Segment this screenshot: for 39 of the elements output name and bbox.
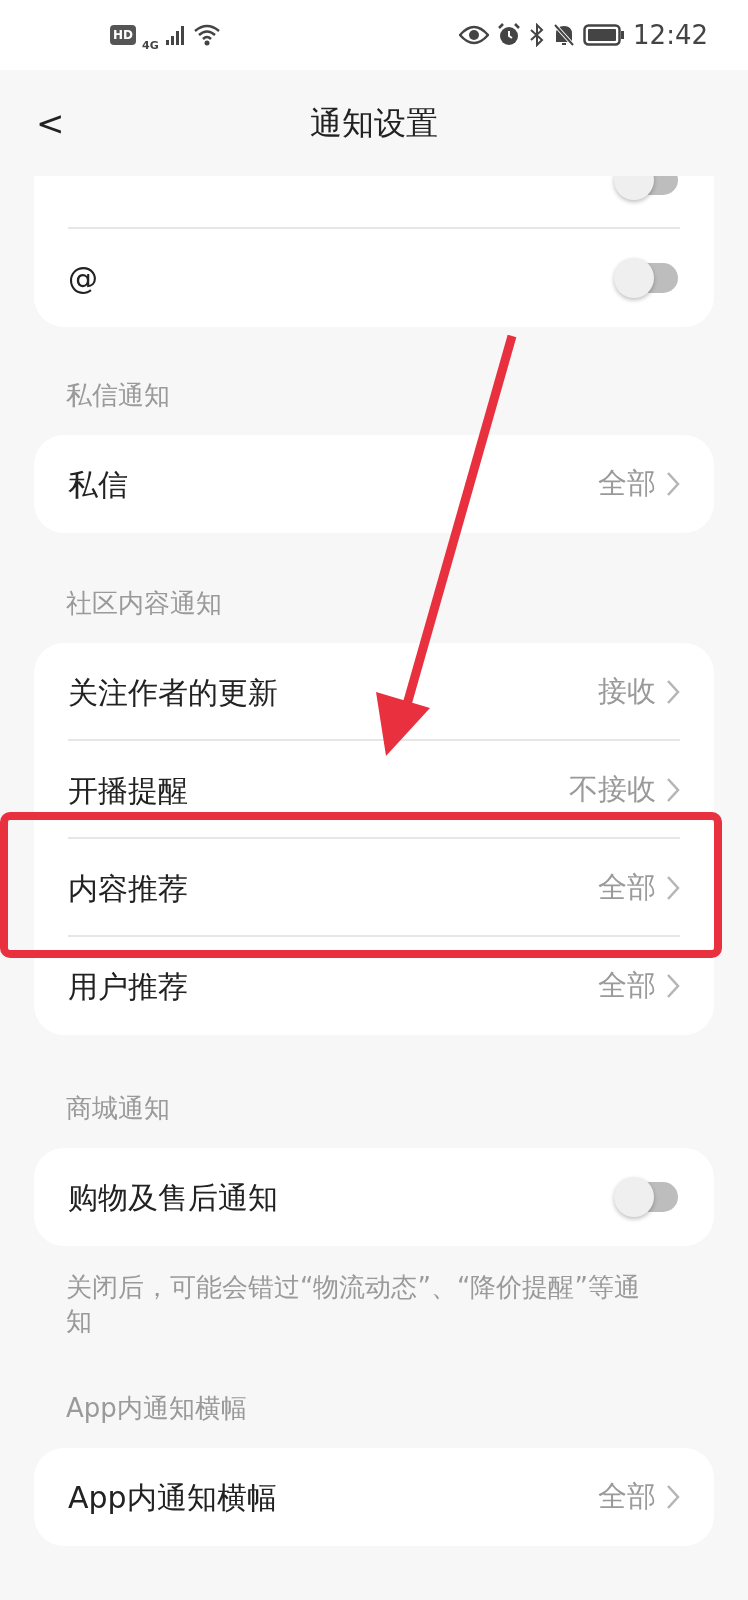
setting-value: 全部 [598,869,656,907]
note-text: 关闭后，可能会错过“物流动态”、“降价提醒”等通知 [66,1271,641,1338]
alarm-icon [497,23,522,47]
wifi-icon [192,23,221,47]
section-header: 私信通知 [66,379,170,412]
toggle-switch[interactable] [614,1177,680,1217]
chevron-right-icon [666,471,680,497]
setting-value: 全部 [598,967,656,1005]
hd-badge: HD [110,25,136,45]
chevron-right-icon [666,777,680,803]
setting-value: 全部 [598,465,656,503]
setting-label: 内容推荐 [68,869,188,908]
section-header: 社区内容通知 [66,587,222,620]
battery-icon [583,24,626,46]
chevron-right-icon [666,875,680,901]
toggle-switch[interactable] [614,258,680,298]
setting-label: 私信 [68,465,128,504]
setting-label: @ [68,259,98,298]
setting-value: 不接收 [569,771,656,809]
eye-icon [459,25,490,45]
bell-muted-icon [553,23,576,47]
bluetooth-icon [529,23,546,47]
back-button[interactable]: < [36,106,65,140]
setting-label: 用户推荐 [68,967,188,1006]
chevron-right-icon [666,679,680,705]
page-title: 通知设置 [310,103,438,144]
clock-time: 12:42 [633,18,708,52]
setting-label: App内通知横幅 [68,1478,277,1517]
signal-icon [164,24,187,46]
setting-label: 关注作者的更新 [68,673,278,712]
section-header: App内通知横幅 [66,1392,247,1425]
section-header: 商城通知 [66,1092,170,1125]
setting-value: 全部 [598,1478,656,1516]
setting-value: 接收 [598,673,656,711]
network-label: 4G [142,37,159,54]
chevron-right-icon [666,1484,680,1510]
chevron-right-icon [666,973,680,999]
setting-label: 开播提醒 [68,771,188,810]
setting-label: 购物及售后通知 [68,1178,278,1217]
